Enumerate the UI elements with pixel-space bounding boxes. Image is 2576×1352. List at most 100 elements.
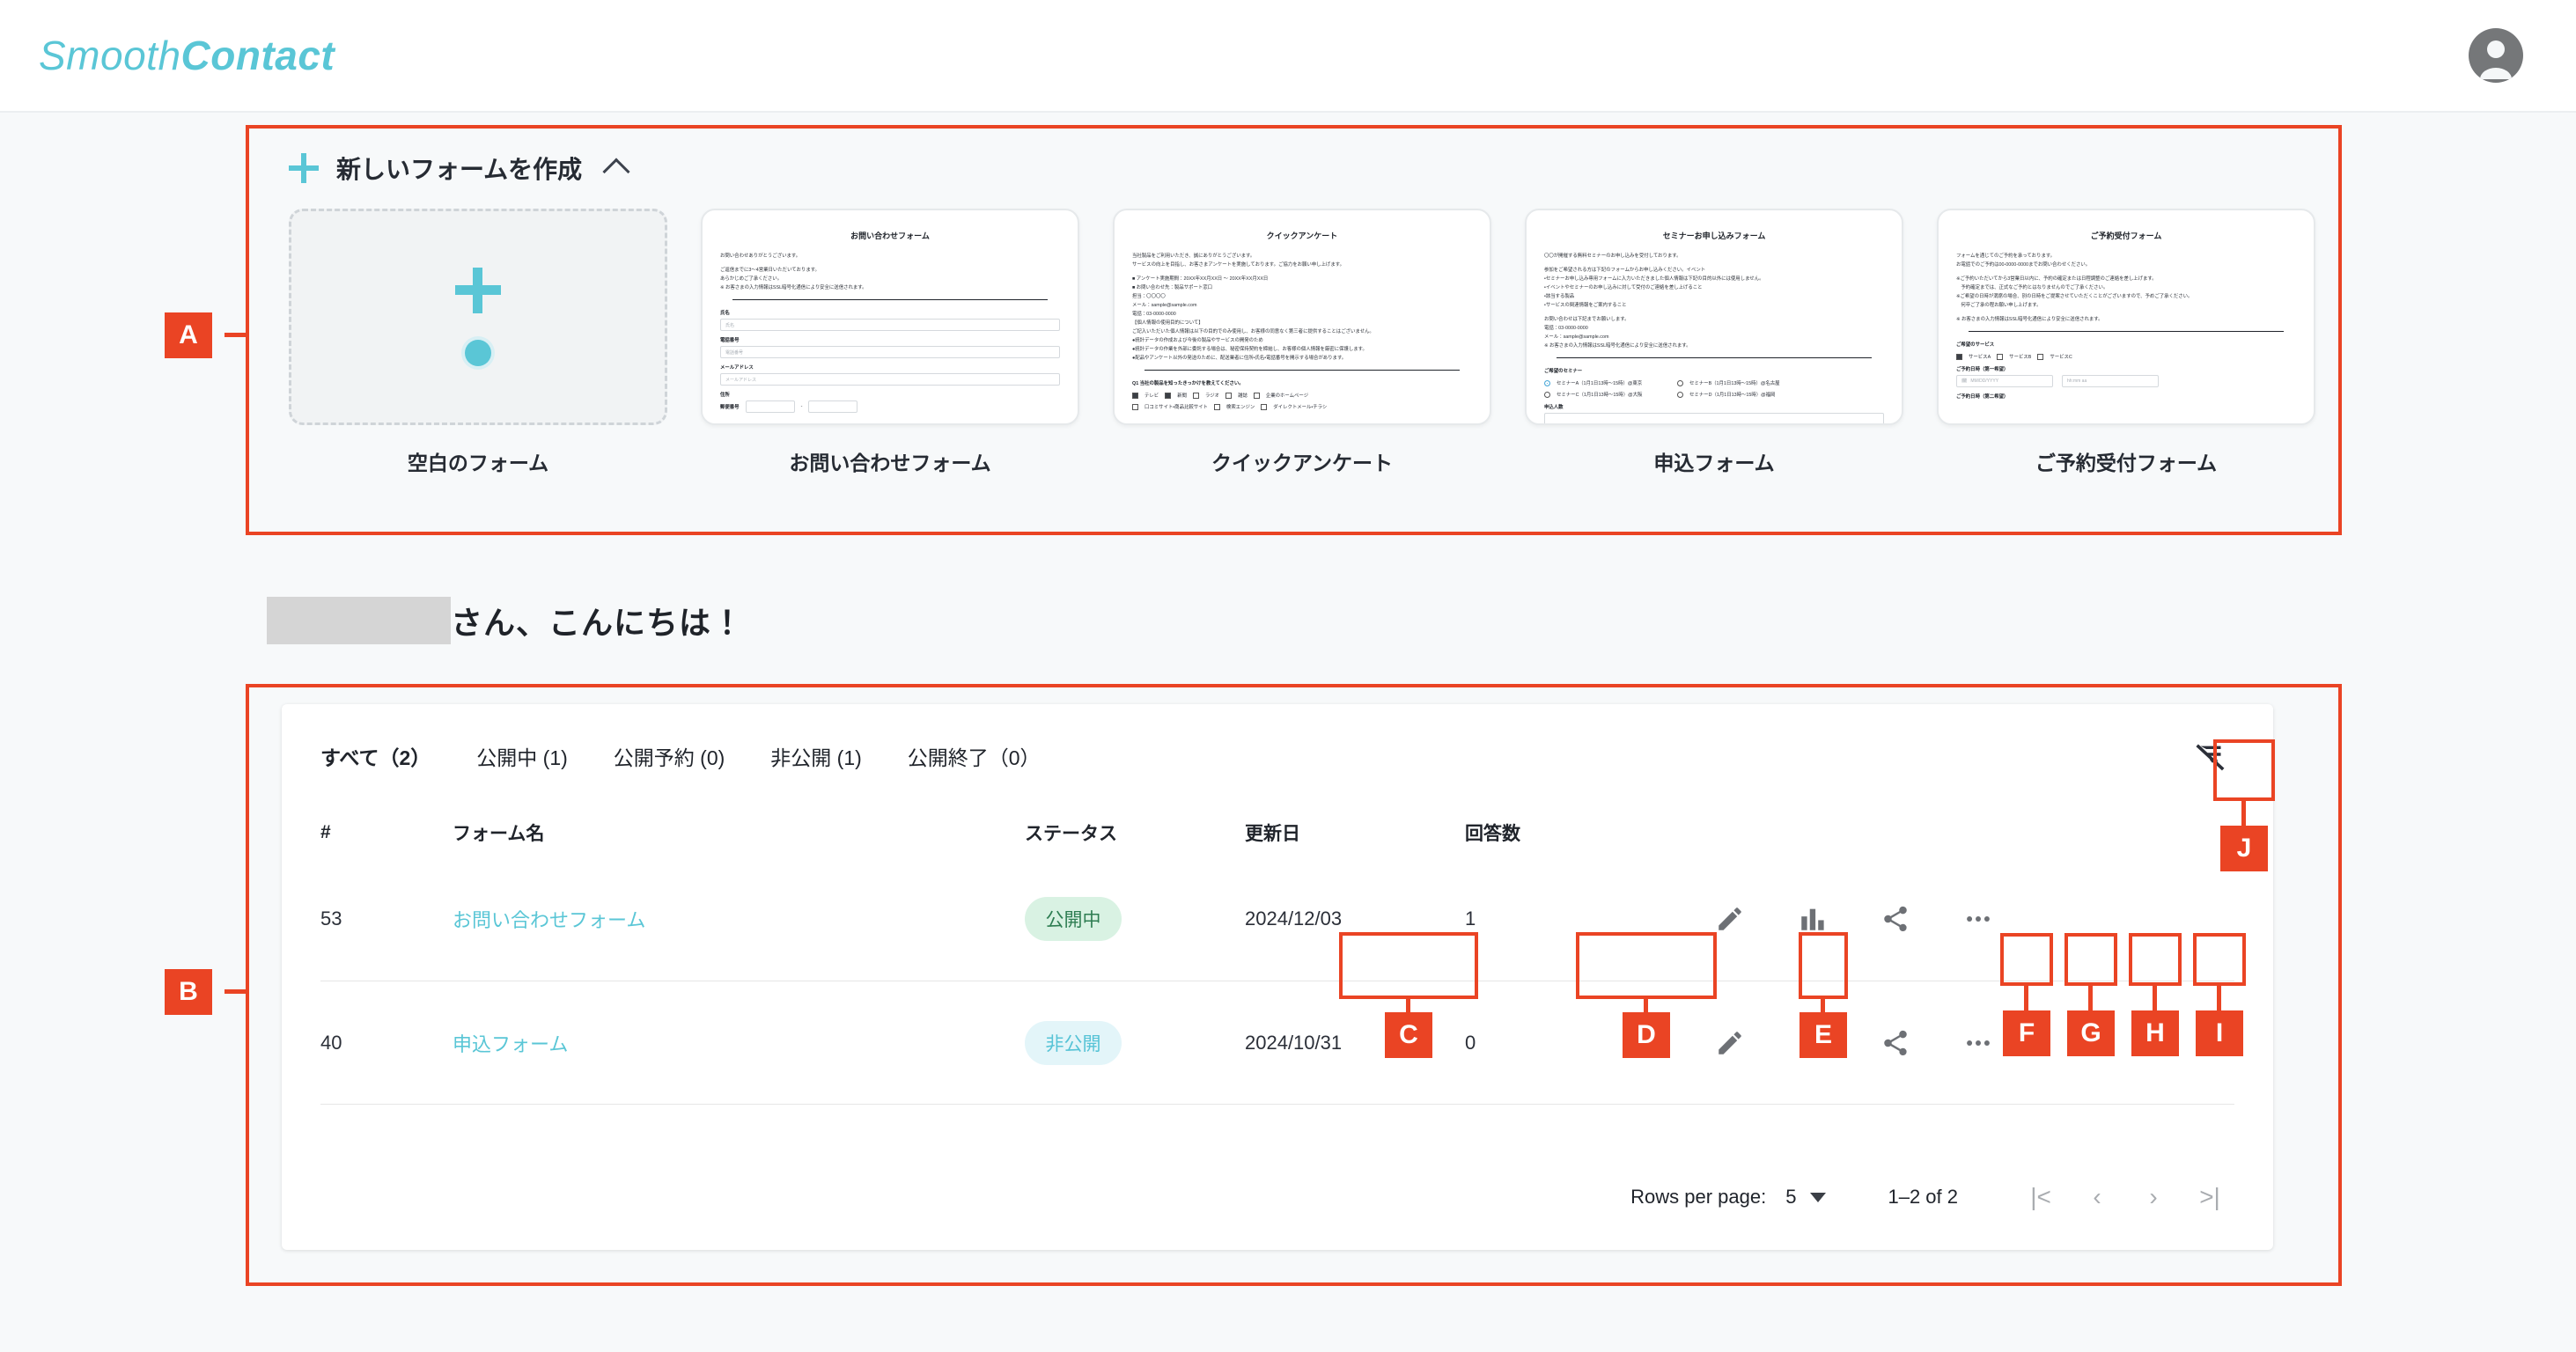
cell-id: 53 xyxy=(320,907,342,930)
form-name-link[interactable]: お問い合わせフォーム xyxy=(453,909,645,931)
checkbox-icon xyxy=(1253,392,1260,399)
divider xyxy=(1969,331,2284,332)
template-card-application[interactable]: セミナーお申し込みフォーム 〇〇が開催する無料セミナーのお申し込みを受付しており… xyxy=(1525,209,1903,476)
create-new-form-header[interactable]: 新しいフォームを作成 xyxy=(247,126,2342,186)
checkbox-icon xyxy=(1132,392,1138,399)
tab-all[interactable]: すべて（2） xyxy=(320,741,431,771)
share-icon[interactable] xyxy=(1877,1025,1914,1062)
brand-logo[interactable]: SmoothContact xyxy=(39,32,335,79)
rows-per-page-label: Rows per page: xyxy=(1630,1186,1767,1208)
choice-label: 新聞 xyxy=(1177,393,1187,399)
rows-per-page-value: 5 xyxy=(1785,1186,1797,1208)
status-badge: 非公開 xyxy=(1025,1020,1122,1065)
rows-per-page-select[interactable]: 5 xyxy=(1785,1186,1827,1209)
thumb-field-label: ご予約日時（第一希望） xyxy=(1956,367,2009,372)
blank-form-thumbnail[interactable] xyxy=(289,209,667,425)
thumb-field-input: 電話番号 xyxy=(720,346,1060,358)
checkbox-icon xyxy=(1165,392,1172,399)
divider xyxy=(732,299,1048,300)
prev-page-button[interactable]: ‹ xyxy=(2069,1183,2125,1211)
tab-published[interactable]: 公開中 (1) xyxy=(476,741,568,771)
tab-unpublished[interactable]: 非公開 (1) xyxy=(770,741,862,771)
checkbox-icon xyxy=(1997,353,2004,360)
thumb-field-input xyxy=(808,400,858,413)
column-header-answers: 回答数 xyxy=(1465,824,1520,844)
checkbox-icon xyxy=(2037,353,2044,360)
choice-label: ダイレクトメール・チラシ xyxy=(1273,405,1328,410)
cell-id: 40 xyxy=(320,1031,342,1054)
edit-icon[interactable] xyxy=(1711,900,1748,937)
table-row[interactable]: 53 お問い合わせフォーム 公開中 2024/12/03 1 xyxy=(320,857,2234,981)
status-badge: 公開中 xyxy=(1025,897,1122,941)
forms-table: # フォーム名 ステータス 更新日 回答数 53 お問い合わせフォーム 公開中 … xyxy=(320,808,2234,1105)
thumb-field-input: 氏名 xyxy=(720,319,1060,331)
thumb-paragraph: ※ご予約いただいてから3営業日以内に、予約の確定または日程調整のご連絡を差し上げ… xyxy=(1956,276,2193,308)
thumb-paragraph: 参加をご希望される方は下記のフォームからお申し込みください。イベント ・セミナー… xyxy=(1544,268,1764,308)
thumb-field-label: 郵便番号 xyxy=(720,405,740,410)
time-placeholder: hh:mm aa xyxy=(2062,375,2159,387)
template-card-label: 申込フォーム xyxy=(1653,452,1775,474)
template-card-reservation[interactable]: ご予約受付フォーム フォームを通じてのご予約を承っております。 お電話でのご予約… xyxy=(1937,209,2315,476)
choice-label: テレビ xyxy=(1144,393,1159,399)
thumb-field-label: メールアドレス xyxy=(720,365,754,371)
cell-updated: 2024/10/31 xyxy=(1245,1031,1343,1054)
thumb-field-label: ご希望のセミナー xyxy=(1544,369,1583,374)
divider xyxy=(1144,370,1460,371)
choice-label: 雑誌 xyxy=(1238,393,1248,399)
plus-icon xyxy=(455,268,501,313)
choice-label: サービスC xyxy=(2050,355,2072,360)
circle-dot-icon xyxy=(465,340,491,366)
share-icon[interactable] xyxy=(1877,900,1914,937)
first-page-button[interactable]: |< xyxy=(2013,1183,2069,1211)
thumb-field-label: 氏名 xyxy=(720,311,730,316)
brand-logo-bold: Contact xyxy=(180,33,335,78)
radio-label: セミナーA（1月1日13時〜15時）@東京 xyxy=(1557,381,1643,386)
next-page-button[interactable]: › xyxy=(2125,1183,2182,1211)
tab-scheduled[interactable]: 公開予約 (0) xyxy=(614,741,725,771)
table-header-row: # フォーム名 ステータス 更新日 回答数 xyxy=(320,808,2234,857)
create-new-form-title: 新しいフォームを作成 xyxy=(336,156,583,183)
checkbox-icon xyxy=(1261,403,1268,410)
thumb-field-input xyxy=(745,400,795,413)
tab-ended[interactable]: 公開終了（0） xyxy=(908,741,1041,771)
radio-icon xyxy=(1544,379,1550,386)
chevron-up-icon[interactable] xyxy=(602,158,630,186)
contact-form-thumbnail[interactable]: お問い合わせフォーム お問い合わせありがとうございます。 ご返信までに3〜4営業… xyxy=(701,209,1079,425)
chart-icon[interactable] xyxy=(1794,900,1831,937)
filter-off-icon[interactable] xyxy=(2187,734,2234,782)
thumb-title: お問い合わせフォーム xyxy=(850,231,930,240)
template-card-list: 空白のフォーム お問い合わせフォーム お問い合わせありがとうございます。 ご返信… xyxy=(247,186,2342,476)
thumb-question: Q1 当社の製品を知ったきっかけを教えてください。 xyxy=(1132,381,1244,386)
more-icon[interactable] xyxy=(1960,1025,1997,1062)
radio-label: セミナーD（1月1日13時〜15時）@福岡 xyxy=(1689,393,1776,398)
annotation-line-b xyxy=(224,989,249,994)
template-card-contact[interactable]: お問い合わせフォーム お問い合わせありがとうございます。 ご返信までに3〜4営業… xyxy=(701,209,1079,476)
table-pagination: Rows per page: 5 1–2 of 2 |< ‹ › >| xyxy=(1630,1183,2238,1211)
chart-icon[interactable] xyxy=(1794,1025,1831,1062)
dash: - xyxy=(800,404,803,409)
column-header-id: # xyxy=(320,822,331,842)
thumb-paragraph: フォームを通じてのご予約を承っております。 お電話でのご予約は00-0000-0… xyxy=(1956,254,2091,268)
form-name-link[interactable]: 申込フォーム xyxy=(453,1033,568,1055)
account-circle-icon[interactable] xyxy=(2469,28,2523,83)
checkbox-icon xyxy=(1225,392,1233,399)
choice-label: 検索エンジン xyxy=(1225,405,1255,410)
edit-icon[interactable] xyxy=(1711,1025,1748,1062)
last-page-button[interactable]: >| xyxy=(2182,1183,2238,1211)
checkbox-icon xyxy=(1213,403,1220,410)
table-row[interactable]: 40 申込フォーム 非公開 2024/10/31 0 xyxy=(320,981,2234,1104)
choice-label: サービスB xyxy=(2009,355,2032,360)
thumb-paragraph: 当社製品をご利用いただき、誠にありがとうございます。 サービスの向上を目指し、お… xyxy=(1132,254,1344,268)
checkbox-icon xyxy=(1192,392,1199,399)
template-card-survey[interactable]: クイックアンケート 当社製品をご利用いただき、誠にありがとうございます。 サービ… xyxy=(1113,209,1491,476)
reservation-form-thumbnail[interactable]: ご予約受付フォーム フォームを通じてのご予約を承っております。 お電話でのご予約… xyxy=(1937,209,2315,425)
column-header-updated: 更新日 xyxy=(1245,824,1300,844)
thumb-field-label: ご予約日時（第二希望） xyxy=(1956,394,2009,400)
cell-answers: 0 xyxy=(1465,1031,1476,1054)
application-form-thumbnail[interactable]: セミナーお申し込みフォーム 〇〇が開催する無料セミナーのお申し込みを受付しており… xyxy=(1525,209,1903,425)
template-card-label: クイックアンケート xyxy=(1211,452,1394,474)
checkbox-icon xyxy=(1956,353,1962,360)
more-icon[interactable] xyxy=(1960,900,1997,937)
survey-form-thumbnail[interactable]: クイックアンケート 当社製品をご利用いただき、誠にありがとうございます。 サービ… xyxy=(1113,209,1491,425)
template-card-blank[interactable]: 空白のフォーム xyxy=(289,209,667,476)
